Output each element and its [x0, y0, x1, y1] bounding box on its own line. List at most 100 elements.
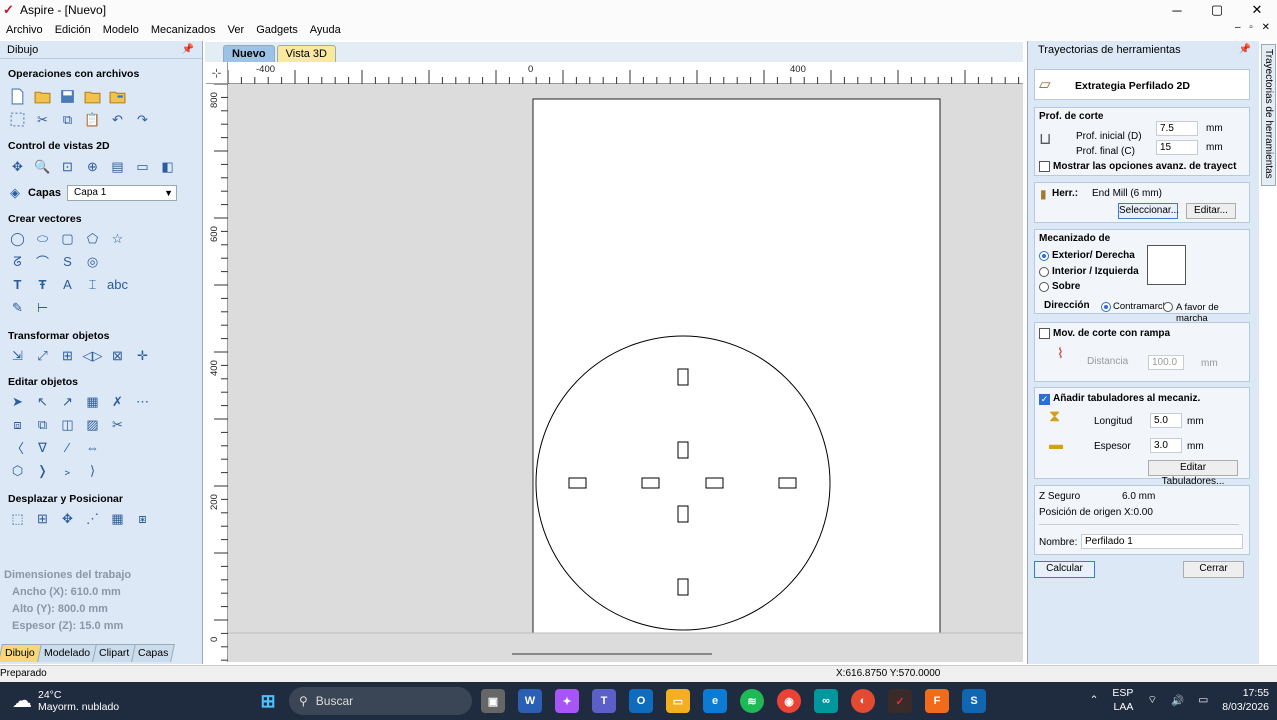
- advanced-options-checkbox[interactable]: [1039, 161, 1050, 172]
- app-icon[interactable]: ◐: [851, 689, 875, 713]
- new-file-icon[interactable]: [8, 87, 27, 106]
- polyline-icon[interactable]: ᘔ: [8, 252, 27, 271]
- task-view-icon[interactable]: ▣: [481, 689, 505, 713]
- 2d-view[interactable]: ⊹ -400 0 400 800 600 400 200 0: [206, 62, 1023, 662]
- weather-widget[interactable]: ☁ 24°C Mayorm. nublado: [12, 688, 119, 713]
- text-icon[interactable]: T: [8, 275, 27, 294]
- end-depth-input[interactable]: 15: [1156, 140, 1198, 155]
- ramp-distance-input[interactable]: 100.0: [1148, 355, 1184, 370]
- join-icon[interactable]: ⋯: [133, 392, 152, 411]
- size-icon[interactable]: ⊠: [108, 346, 127, 365]
- circular-array-icon[interactable]: ✥: [58, 509, 77, 528]
- inside-radio[interactable]: [1039, 267, 1049, 277]
- extend-icon[interactable]: ⁄: [58, 438, 77, 457]
- menu-archivo[interactable]: Archivo: [0, 24, 49, 36]
- wifi-icon[interactable]: ⌔: [1147, 693, 1157, 707]
- start-depth-input[interactable]: 7.5: [1156, 121, 1198, 136]
- rectangle-icon[interactable]: ▢: [58, 229, 77, 248]
- circle-icon[interactable]: ◯: [8, 229, 27, 248]
- sketchup-icon[interactable]: S: [962, 689, 986, 713]
- tab-nuevo[interactable]: Nuevo: [223, 45, 275, 62]
- zoom-fit-icon[interactable]: ⊡: [58, 157, 77, 176]
- view-toggle-icon[interactable]: ▤: [108, 157, 127, 176]
- paste-icon[interactable]: 📋: [83, 110, 102, 129]
- maximize-button[interactable]: ▢: [1197, 0, 1237, 20]
- job-setup-icon[interactable]: [8, 110, 27, 129]
- edit-tool-button[interactable]: Editar...: [1186, 203, 1236, 219]
- zoom-selection-icon[interactable]: ⊕: [83, 157, 102, 176]
- on-radio[interactable]: [1039, 282, 1049, 292]
- offset-icon[interactable]: ▨: [83, 415, 102, 434]
- menu-gadgets[interactable]: Gadgets: [250, 24, 304, 36]
- minimize-button[interactable]: ─: [1157, 0, 1197, 20]
- bracket-icon[interactable]: ❭: [33, 461, 52, 480]
- redo-icon[interactable]: ↷: [133, 110, 152, 129]
- node-draw-icon[interactable]: ✎: [8, 298, 27, 317]
- edge-icon[interactable]: e: [703, 689, 727, 713]
- clock-time[interactable]: 17:55: [1222, 686, 1269, 700]
- measure-icon[interactable]: ⊢: [33, 298, 52, 317]
- import-folder-icon[interactable]: [83, 87, 102, 106]
- volume-icon[interactable]: 🔊: [1171, 694, 1184, 707]
- tab-vista-3d[interactable]: Vista 3D: [276, 45, 336, 62]
- move-icon[interactable]: ⇲: [8, 346, 27, 365]
- spiral-icon[interactable]: ◎: [83, 252, 102, 271]
- subtract-icon[interactable]: ⧉: [33, 415, 52, 434]
- menu-ver[interactable]: Ver: [222, 24, 251, 36]
- angle-icon[interactable]: ⟩: [83, 461, 102, 480]
- align-icon[interactable]: ⊞: [58, 346, 77, 365]
- copy-along-icon[interactable]: ⋰: [83, 509, 102, 528]
- zoom-icon[interactable]: 🔍: [33, 157, 52, 176]
- scale-icon[interactable]: ⤢: [33, 346, 52, 365]
- menu-ayuda[interactable]: Ayuda: [304, 24, 347, 36]
- pin-icon[interactable]: 📌: [182, 41, 194, 59]
- chevron-icon[interactable]: ﹥: [58, 461, 77, 480]
- view-split-icon[interactable]: ▭: [133, 157, 152, 176]
- ramp-checkbox[interactable]: [1039, 328, 1050, 339]
- arrow-icon[interactable]: ⇔: [83, 438, 102, 457]
- menu-modelo[interactable]: Modelo: [97, 24, 145, 36]
- calculate-button[interactable]: Calcular: [1034, 561, 1095, 578]
- text-box-icon[interactable]: Ŧ: [33, 275, 52, 294]
- edit-tabs-button[interactable]: Editar Tabuladores...: [1148, 460, 1238, 487]
- conventional-radio[interactable]: [1163, 302, 1173, 312]
- drawing-canvas[interactable]: [228, 84, 1023, 662]
- chamfer-icon[interactable]: ∇: [33, 438, 52, 457]
- trim-icon[interactable]: ✂: [108, 415, 127, 434]
- outside-radio[interactable]: [1039, 251, 1049, 261]
- ungroup-icon[interactable]: ✗: [108, 392, 127, 411]
- close-button[interactable]: ✕: [1237, 0, 1277, 20]
- view-3d-icon[interactable]: ◧: [158, 157, 177, 176]
- ellipse-icon[interactable]: ⬭: [33, 229, 52, 248]
- name-input[interactable]: Perfilado 1: [1081, 534, 1243, 549]
- save-icon[interactable]: [58, 87, 77, 106]
- cut-icon[interactable]: ✂: [33, 110, 52, 129]
- toolpaths-side-tab[interactable]: Trayectorias de herramientas: [1261, 44, 1276, 186]
- tab-clipart[interactable]: Clipart: [91, 644, 137, 662]
- clock-date[interactable]: 8/03/2026: [1222, 700, 1269, 714]
- spotify-icon[interactable]: ≋: [740, 689, 764, 713]
- file-explorer-icon[interactable]: ▭: [666, 689, 690, 713]
- undo-icon[interactable]: ↶: [108, 110, 127, 129]
- select-tool-button[interactable]: Seleccionar...: [1118, 203, 1179, 219]
- tab-dibujo[interactable]: Dibujo: [0, 644, 42, 662]
- group-icon[interactable]: ▦: [83, 392, 102, 411]
- pan-icon[interactable]: ✥: [8, 157, 27, 176]
- text-arc-icon[interactable]: abc: [107, 275, 128, 294]
- tab-thickness-input[interactable]: 3.0: [1150, 438, 1182, 453]
- grid-array-icon[interactable]: ⊞: [33, 509, 52, 528]
- text-on-curve-icon[interactable]: A: [58, 275, 77, 294]
- mirror-icon[interactable]: ◁▷: [83, 346, 103, 365]
- polygon-icon[interactable]: ⬠: [83, 229, 102, 248]
- start-icon[interactable]: ⊞: [256, 689, 280, 713]
- close-panel-button[interactable]: Cerrar: [1183, 561, 1244, 578]
- transform-edit-icon[interactable]: ↗: [58, 392, 77, 411]
- select-icon[interactable]: ➤: [8, 392, 27, 411]
- lang-primary[interactable]: ESP: [1112, 686, 1133, 700]
- outlook-icon[interactable]: O: [629, 689, 653, 713]
- center-icon[interactable]: ✛: [133, 346, 152, 365]
- nest-icon[interactable]: ⬚: [8, 509, 27, 528]
- nesting-icon[interactable]: ⧆: [133, 509, 152, 528]
- arduino-icon[interactable]: ∞: [814, 689, 838, 713]
- curve-icon[interactable]: S: [58, 252, 77, 271]
